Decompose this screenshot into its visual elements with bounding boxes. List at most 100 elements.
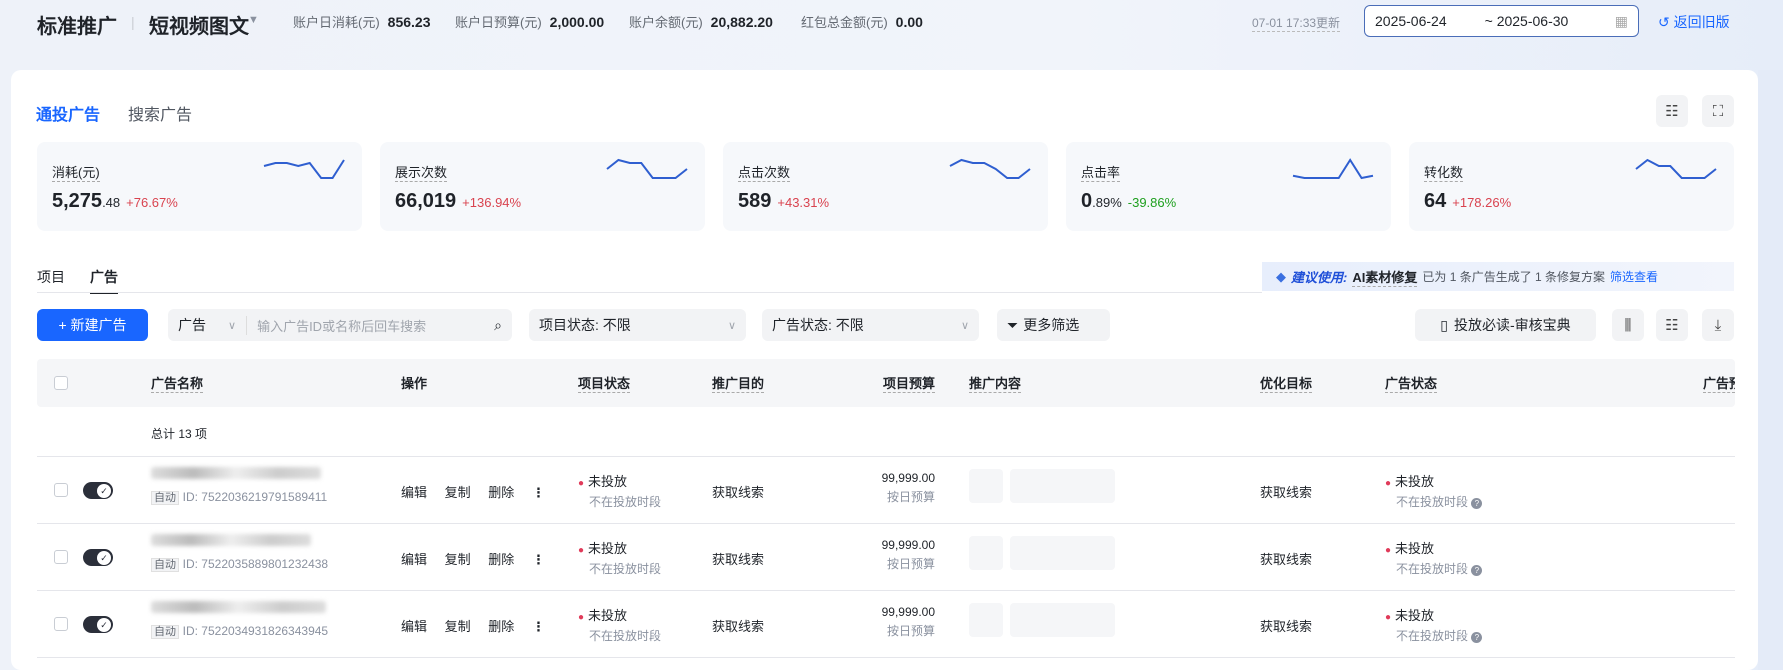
col-goal[interactable]: 优化目标 bbox=[1260, 376, 1313, 393]
delete-button[interactable]: 删除 bbox=[488, 552, 514, 567]
fullscreen-icon[interactable]: ⛶ bbox=[1702, 95, 1734, 127]
metric-int: 589 bbox=[738, 190, 772, 212]
filter-view-link[interactable]: 筛选查看 bbox=[1610, 268, 1658, 285]
filter-label: 项目状态: 不限 bbox=[539, 317, 631, 333]
optimization-goal: 获取线索 bbox=[1260, 552, 1313, 567]
metric-dec: .48 bbox=[102, 195, 121, 210]
filter-label: 广告状态: 不限 bbox=[772, 317, 864, 333]
help-icon[interactable]: ? bbox=[1471, 565, 1483, 576]
more-options-icon[interactable]: ⋮ bbox=[532, 552, 545, 567]
delete-button[interactable]: 删除 bbox=[488, 619, 514, 634]
tab-general-ads[interactable]: 通投广告 bbox=[36, 101, 100, 125]
ad-meta: 自动 ID: 7522036219791589411 bbox=[151, 489, 327, 505]
copy-button[interactable]: 复制 bbox=[445, 619, 471, 634]
content-thumbnail[interactable] bbox=[969, 536, 1003, 570]
ai-suggestion-banner: ◆ 建议使用: AI素材修复 已为 1 条广告生成了 1 条修复方案 筛选查看 bbox=[1262, 262, 1734, 291]
col-project-budget[interactable]: 项目预算 bbox=[883, 376, 936, 393]
stat-daily-cost: 账户日消耗(元) 856.23 bbox=[293, 12, 431, 31]
delete-button[interactable]: 删除 bbox=[488, 485, 514, 500]
stat-label: 账户日消耗(元) bbox=[293, 15, 380, 30]
new-ad-button[interactable]: + 新建广告 bbox=[37, 309, 148, 341]
columns-icon[interactable]: ⫼ bbox=[1612, 309, 1644, 341]
caret-down-icon[interactable]: ▼ bbox=[248, 14, 259, 26]
content-title-redacted[interactable] bbox=[1010, 469, 1115, 503]
row-checkbox[interactable] bbox=[54, 617, 68, 631]
row-checkbox[interactable] bbox=[54, 550, 68, 564]
ad-name-redacted[interactable] bbox=[151, 467, 321, 479]
budget-value: 99,999.00 bbox=[881, 471, 935, 485]
search-icon[interactable]: ⌕ bbox=[494, 317, 502, 334]
sliders-icon[interactable]: ☷ bbox=[1656, 309, 1688, 341]
copy-button[interactable]: 复制 bbox=[445, 552, 471, 567]
metric-card[interactable]: 点击率 0.89% -39.86% bbox=[1066, 142, 1391, 231]
settings-sliders-icon[interactable]: ☷ bbox=[1656, 95, 1688, 127]
subtab-project[interactable]: 项目 bbox=[37, 267, 65, 287]
search-input[interactable]: 输入广告ID或名称后回车搜索 bbox=[246, 315, 426, 335]
guide-button[interactable]: ▯ 投放必读-审核宝典 bbox=[1415, 309, 1596, 341]
chevron-down-icon[interactable]: ∨ bbox=[228, 319, 236, 332]
ai-icon: ◆ bbox=[1276, 268, 1286, 284]
col-purpose[interactable]: 推广目的 bbox=[712, 376, 765, 393]
search-type-select[interactable]: 广告 bbox=[178, 315, 206, 335]
sparkline-line bbox=[949, 158, 1031, 179]
metric-int: 64 bbox=[1424, 190, 1447, 212]
ad-type-selector[interactable]: 短视频图文 bbox=[149, 10, 249, 39]
stat-value: 856.23 bbox=[387, 14, 431, 30]
more-options-icon[interactable]: ⋮ bbox=[532, 619, 545, 634]
download-icon[interactable]: ⤓ bbox=[1702, 309, 1734, 341]
status-sub: 不在投放时段 bbox=[589, 562, 662, 576]
sparkline-line bbox=[1292, 158, 1374, 180]
metric-card[interactable]: 转化数 64 +178.26% bbox=[1409, 142, 1734, 231]
content-title-redacted[interactable] bbox=[1010, 603, 1115, 637]
more-filters-button[interactable]: ⏷ 更多筛选 bbox=[997, 309, 1110, 341]
copy-button[interactable]: 复制 bbox=[445, 485, 471, 500]
metric-value: 64 +178.26% bbox=[1424, 190, 1511, 213]
ad-status: ● 未投放 不在投放时段 ? bbox=[1385, 605, 1483, 644]
help-icon[interactable]: ? bbox=[1471, 498, 1483, 509]
col-actions: 操作 bbox=[401, 376, 428, 391]
project-status-filter[interactable]: 项目状态: 不限 ∨ bbox=[529, 309, 746, 341]
ad-name-redacted[interactable] bbox=[151, 534, 311, 546]
content-title-redacted[interactable] bbox=[1010, 536, 1115, 570]
subtab-ad[interactable]: 广告 bbox=[90, 267, 118, 294]
edit-button[interactable]: 编辑 bbox=[401, 552, 427, 567]
tab-search-ads[interactable]: 搜索广告 bbox=[128, 101, 192, 125]
edit-button[interactable]: 编辑 bbox=[401, 485, 427, 500]
metric-label: 转化数 bbox=[1424, 162, 1464, 182]
budget: 99,999.00 按日预算 bbox=[882, 471, 935, 505]
metric-int: 5,275 bbox=[52, 190, 103, 212]
ad-status-filter[interactable]: 广告状态: 不限 ∨ bbox=[762, 309, 979, 341]
metric-label: 点击率 bbox=[1081, 162, 1121, 182]
col-ad-status[interactable]: 广告状态 bbox=[1385, 376, 1438, 393]
metric-card[interactable]: 消耗(元) 5,275.48 +76.67% bbox=[37, 142, 362, 231]
ad-enable-toggle[interactable] bbox=[83, 482, 113, 499]
content-thumbnail[interactable] bbox=[969, 469, 1003, 503]
date-end[interactable]: ~ 2025-06-30 bbox=[1485, 13, 1569, 29]
ad-status: ● 未投放 不在投放时段 ? bbox=[1385, 538, 1483, 577]
ai-feature-name[interactable]: AI素材修复 bbox=[1352, 267, 1418, 287]
date-range-picker[interactable]: 2025-06-24 ~ 2025-06-30 ▦ bbox=[1364, 5, 1639, 37]
row-checkbox[interactable] bbox=[54, 483, 68, 497]
metric-change: +43.31% bbox=[777, 195, 830, 210]
help-icon[interactable]: ? bbox=[1471, 632, 1483, 643]
budget: 99,999.00 按日预算 bbox=[882, 605, 935, 639]
select-all-checkbox[interactable] bbox=[54, 376, 68, 390]
ai-prefix: 建议使用: bbox=[1291, 270, 1348, 285]
col-ad-budget[interactable]: 广告预 bbox=[1703, 376, 1735, 393]
back-old-version-link[interactable]: ↺ 返回旧版 bbox=[1658, 12, 1730, 32]
edit-button[interactable]: 编辑 bbox=[401, 619, 427, 634]
metric-card[interactable]: 点击次数 589 +43.31% bbox=[723, 142, 1048, 231]
more-options-icon[interactable]: ⋮ bbox=[532, 485, 545, 500]
metric-card[interactable]: 展示次数 66,019 +136.94% bbox=[380, 142, 705, 231]
col-project-status[interactable]: 项目状态 bbox=[578, 376, 631, 393]
ad-id: ID: 7522034931826343945 bbox=[182, 624, 329, 638]
content-thumbnail[interactable] bbox=[969, 603, 1003, 637]
sparkline bbox=[1292, 158, 1374, 180]
ad-name-redacted[interactable] bbox=[151, 601, 326, 613]
ad-enable-toggle[interactable] bbox=[83, 616, 113, 633]
ad-enable-toggle[interactable] bbox=[83, 549, 113, 566]
date-start[interactable]: 2025-06-24 bbox=[1375, 13, 1447, 29]
col-content[interactable]: 推广内容 bbox=[969, 376, 1022, 393]
status-dot: ● bbox=[578, 478, 585, 489]
col-ad-name[interactable]: 广告名称 bbox=[151, 376, 204, 393]
